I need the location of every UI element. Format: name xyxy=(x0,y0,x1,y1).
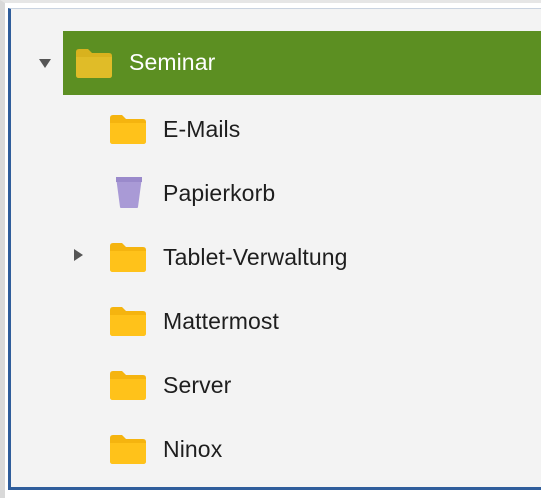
disclosure-triangle-right-icon[interactable] xyxy=(71,248,85,262)
tree-row-mattermost[interactable]: Mattermost xyxy=(11,287,541,351)
tree-row-server[interactable]: Server xyxy=(11,351,541,415)
tree-row-label: Seminar xyxy=(129,49,216,75)
tree-row-e-mails[interactable]: E-Mails xyxy=(11,95,541,159)
folder-icon xyxy=(108,113,148,145)
tree-row-papierkorb[interactable]: Papierkorb xyxy=(11,159,541,223)
folder-icon xyxy=(108,369,148,401)
folder-icon xyxy=(108,241,148,273)
tree-row-label: Tablet-Verwaltung xyxy=(163,244,348,270)
tree-row-label: Papierkorb xyxy=(163,180,276,206)
folder-tree-panel: Seminar E-Mails Papierkorb Tablet-Verwal… xyxy=(8,8,541,490)
tree-row-label: Mattermost xyxy=(163,308,280,334)
trash-icon xyxy=(115,175,143,209)
tree-row-label: Ninox xyxy=(163,436,223,462)
tree-row-seminar[interactable]: Seminar xyxy=(11,31,541,95)
tree-row-tablet-verwaltung[interactable]: Tablet-Verwaltung xyxy=(11,223,541,287)
tree-row-label: E-Mails xyxy=(163,116,241,142)
folder-icon xyxy=(74,47,114,79)
disclosure-triangle-down-icon[interactable] xyxy=(38,56,52,70)
tree-row-label: Server xyxy=(163,372,232,398)
folder-icon xyxy=(108,305,148,337)
tree-row-ninox[interactable]: Ninox xyxy=(11,415,541,479)
folder-icon xyxy=(108,433,148,465)
